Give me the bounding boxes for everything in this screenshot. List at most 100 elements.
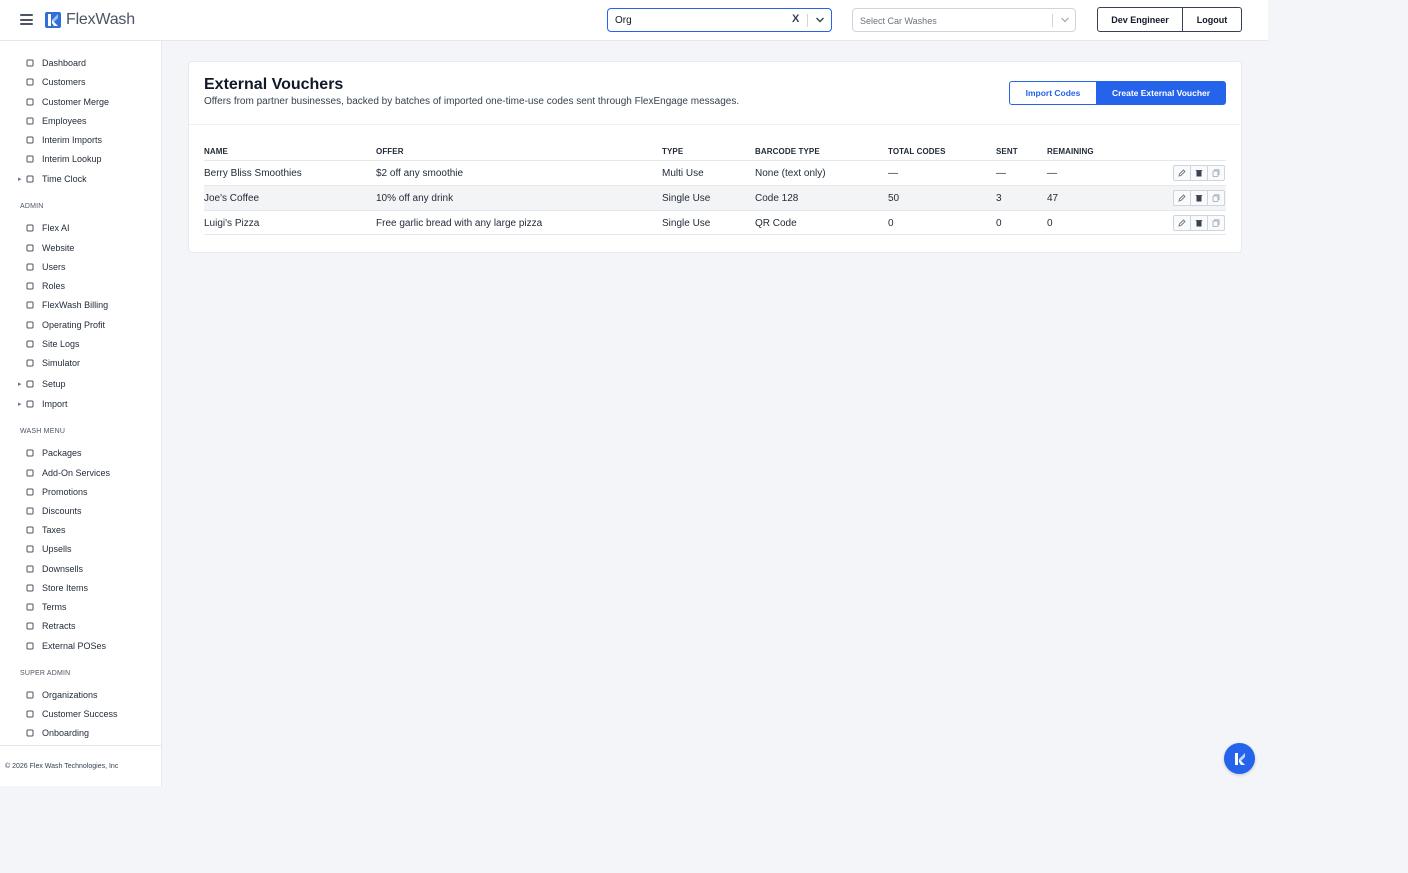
sidebar-item-label: Upsells (42, 544, 72, 554)
table-cell: 0 (1047, 218, 1053, 229)
trash-button[interactable] (1190, 165, 1208, 181)
arrow-up-down-icon (26, 545, 34, 553)
sidebar-item-flexwash-billing[interactable]: FlexWash Billing (0, 297, 161, 314)
table-cell: 47 (1047, 193, 1059, 204)
flexwash-logo-icon (1234, 752, 1245, 765)
sidebar-item-setup[interactable]: ▸ Setup (0, 376, 161, 393)
org-select-value: Org (615, 15, 632, 26)
pos-icon (26, 642, 34, 650)
sidebar-item-taxes[interactable]: Taxes (0, 522, 161, 539)
sidebar-item-users[interactable]: Users (0, 259, 161, 276)
sidebar-footer: © 2026 Flex Wash Technologies, Inc (0, 745, 161, 786)
sidebar-item-packages[interactable]: Packages (0, 445, 161, 462)
sidebar-item-import[interactable]: ▸ Import (0, 396, 161, 413)
column-header: TYPE (662, 147, 684, 156)
sidebar-item-label: Promotions (42, 487, 88, 497)
sidebar-item-label: External POSes (42, 641, 107, 651)
sidebar-item-discounts[interactable]: Discounts (0, 503, 161, 520)
sidebar-item-customer-merge[interactable]: Customer Merge (0, 94, 161, 111)
trash-icon (1195, 195, 1203, 202)
edit-button[interactable] (1173, 165, 1191, 181)
sidebar-item-retracts[interactable]: Retracts (0, 618, 161, 635)
sidebar-item-roles[interactable]: Roles (0, 278, 161, 295)
edit-icon (1178, 194, 1186, 202)
sidebar-item-label: Downsells (42, 564, 84, 574)
copy-button[interactable] (1207, 215, 1225, 231)
table-cell: 0 (996, 218, 1002, 229)
sidebar-item-dashboard[interactable]: Dashboard (0, 55, 161, 72)
users-icon (26, 78, 34, 86)
sidebar-item-employees[interactable]: Employees (0, 113, 161, 130)
sidebar-item-customers[interactable]: Customers (0, 74, 161, 91)
user-button[interactable]: Dev Engineer (1097, 7, 1183, 32)
brand-name: FlexWash (66, 11, 135, 28)
sidebar-item-label: FlexWash Billing (42, 300, 109, 310)
sidebar-item-organizations[interactable]: Organizations (0, 687, 161, 704)
create-external-voucher-button[interactable]: Create External Voucher (1096, 81, 1226, 105)
table-cell: Berry Bliss Smoothies (204, 168, 302, 179)
table-row: Joe's Coffee 10% off any drink Single Use C… (204, 185, 1226, 210)
discount-icon (26, 507, 34, 515)
trash-button[interactable] (1190, 215, 1208, 231)
table-cell: Code 128 (755, 193, 799, 204)
sidebar-item-interim-lookup[interactable]: Interim Lookup (0, 151, 161, 168)
flexwash-assistant-button[interactable] (1224, 743, 1255, 774)
sidebar-item-upsells[interactable]: Upsells (0, 541, 161, 558)
sidebar-item-label: Dashboard (42, 58, 87, 68)
file-icon (26, 400, 34, 408)
sidebar-item-add-on-services[interactable]: Add-On Services (0, 465, 161, 482)
sidebar-item-interim-imports[interactable]: Interim Imports (0, 132, 161, 149)
table-cell: 0 (888, 218, 894, 229)
select-separator (1052, 14, 1053, 27)
sparkle-icon (26, 224, 34, 232)
cart-icon (26, 565, 34, 573)
car-wash-select-placeholder: Select Car Washes (860, 16, 937, 26)
sidebar-item-store-items[interactable]: Store Items (0, 580, 161, 597)
chevron-right-icon[interactable]: ▸ (18, 175, 22, 183)
chevron-right-icon[interactable]: ▸ (18, 400, 22, 408)
sidebar-item-label: Retracts (42, 621, 76, 631)
logout-button[interactable]: Logout (1183, 7, 1242, 32)
sidebar-item-external-poses[interactable]: External POSes (0, 638, 161, 655)
sidebar-item-simulator[interactable]: Simulator (0, 355, 161, 372)
clear-icon[interactable]: X (792, 13, 799, 25)
sidebar-item-label: Time Clock (42, 174, 87, 184)
sidebar-item-time-clock[interactable]: ▸ Time Clock (0, 171, 161, 188)
sidebar-item-promotions[interactable]: Promotions (0, 484, 161, 501)
sidebar-item-operating-profit[interactable]: Operating Profit (0, 317, 161, 334)
import-codes-button[interactable]: Import Codes (1009, 81, 1097, 105)
chevron-right-icon[interactable]: ▸ (18, 380, 22, 388)
edit-button[interactable] (1173, 190, 1191, 206)
sidebar-item-customer-success[interactable]: Customer Success (0, 706, 161, 723)
car-wash-select[interactable]: Select Car Washes (852, 8, 1076, 32)
sidebar-item-label: Users (42, 262, 66, 272)
trash-icon (1195, 220, 1203, 227)
sidebar-item-website[interactable]: Website (0, 240, 161, 257)
org-select[interactable]: Org X (607, 8, 832, 32)
sidebar-item-label: Site Logs (42, 339, 80, 349)
sidebar-item-label: Website (42, 243, 75, 253)
sidebar-item-label: Interim Imports (42, 135, 103, 145)
sidebar-item-terms[interactable]: Terms (0, 599, 161, 616)
sidebar-item-label: Organizations (42, 690, 98, 700)
sidebar-item-site-logs[interactable]: Site Logs (0, 336, 161, 353)
sidebar-item-onboarding[interactable]: Onboarding (0, 725, 161, 742)
chevron-down-icon[interactable] (813, 13, 827, 27)
menu-icon[interactable] (20, 14, 33, 25)
trash-button[interactable] (1190, 190, 1208, 206)
sidebar-item-label: Operating Profit (42, 320, 106, 330)
edit-button[interactable] (1173, 215, 1191, 231)
copy-button[interactable] (1207, 165, 1225, 181)
sidebar-item-label: Flex AI (42, 223, 70, 233)
grid-icon (26, 59, 34, 67)
sidebar-item-label: Setup (42, 379, 66, 389)
copy-button[interactable] (1207, 190, 1225, 206)
chevron-down-icon[interactable] (1058, 13, 1072, 27)
sidebar-item-flex-ai[interactable]: Flex AI (0, 220, 161, 237)
table-cell: Free garlic bread with any large pizza (376, 218, 543, 229)
sidebar-item-label: Roles (42, 281, 66, 291)
tag-icon (26, 488, 34, 496)
sidebar-item-downsells[interactable]: Downsells (0, 561, 161, 578)
addon-icon (26, 469, 34, 477)
sidebar: ADMIN WASH MENU SUPER ADMIN © 2026 Flex … (0, 41, 162, 786)
